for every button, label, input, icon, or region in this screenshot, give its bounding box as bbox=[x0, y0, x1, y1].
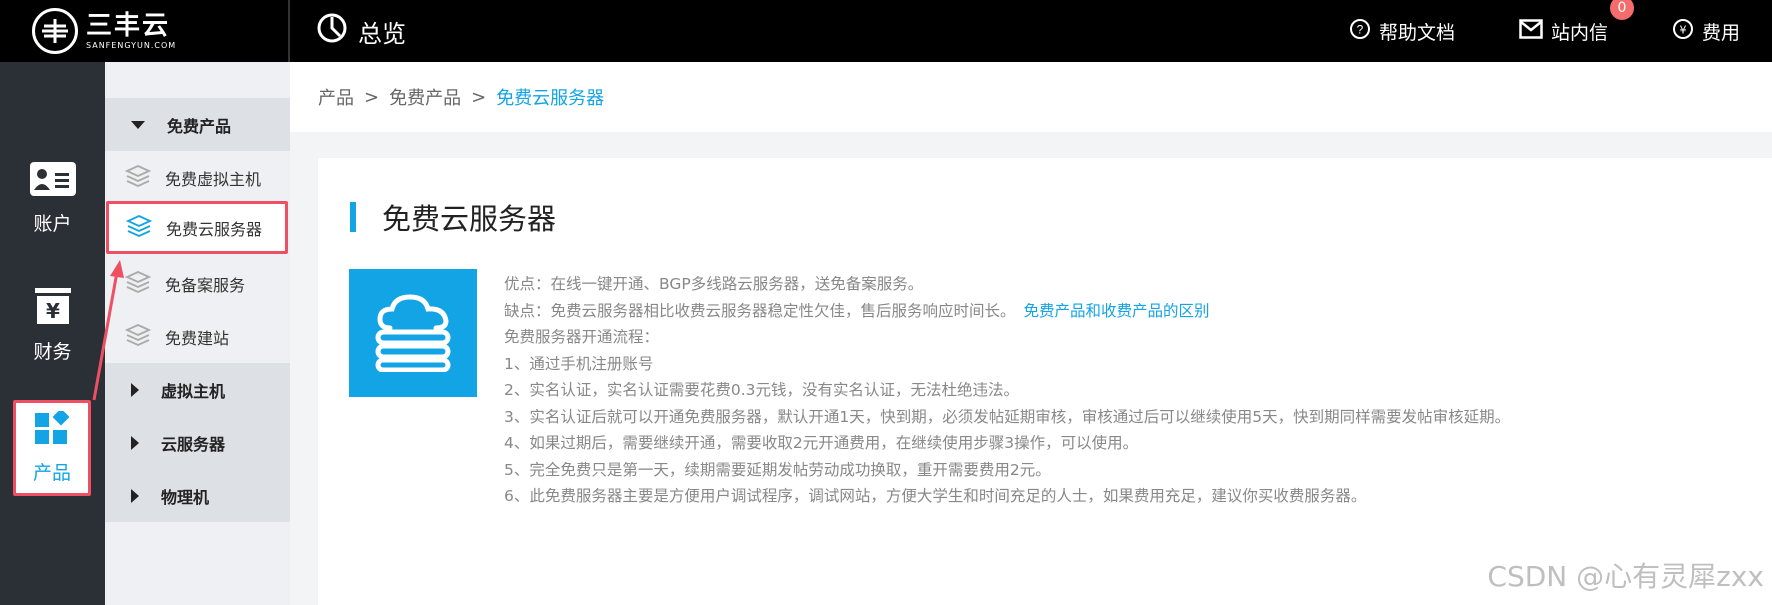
product-card: 免费云服务器 优点：在线一键开通、BGP多线路云服务器，送免备案服务。 缺点：免… bbox=[318, 158, 1772, 605]
submenu-item-label: 免费建站 bbox=[165, 328, 230, 348]
process-step: 4、如果过期后，需要继续开通，需要收取2元开通费用，在继续使用步骤3操作，可以使… bbox=[504, 434, 1139, 452]
process-step: 1、通过手机注册账号 bbox=[504, 354, 654, 373]
watermark: CSDN @心有灵犀zxx bbox=[1487, 560, 1764, 593]
submenu-item-label: 免备案服务 bbox=[165, 275, 246, 295]
left-rail: 账户 ¥ 财务 产品 bbox=[0, 62, 105, 605]
logo-mark-icon bbox=[32, 8, 78, 54]
layers-icon bbox=[124, 164, 152, 192]
pie-chart-icon bbox=[316, 12, 348, 50]
messages-label: 站内信 bbox=[1550, 21, 1608, 44]
card-title-text: 免费云服务器 bbox=[382, 202, 557, 236]
title-accent-bar bbox=[350, 202, 356, 232]
cons-line: 缺点：免费云服务器相比收费云服务器稳定性欠佳，售后服务响应时间长。 免费产品和收费… bbox=[504, 298, 1510, 325]
layers-icon bbox=[124, 323, 152, 351]
breadcrumb-item-free-products[interactable]: 免费产品 bbox=[389, 84, 461, 110]
mail-icon bbox=[1519, 18, 1543, 44]
submenu-item-label: 免费虚拟主机 bbox=[165, 169, 262, 189]
svg-text:¥: ¥ bbox=[46, 299, 60, 323]
brand-logo[interactable]: 三丰云 SANFENGYUN.COM bbox=[0, 0, 290, 62]
help-label: 帮助文档 bbox=[1378, 21, 1455, 44]
messages-count-badge: 0 bbox=[1609, 0, 1634, 20]
submenu-group-label: 免费产品 bbox=[167, 116, 232, 136]
product-description: 优点：在线一键开通、BGP多线路云服务器，送免备案服务。 缺点：免费云服务器相比… bbox=[504, 271, 1510, 510]
caret-right-icon bbox=[131, 488, 139, 503]
cloud-server-icon bbox=[349, 269, 477, 397]
breadcrumb-separator: > bbox=[364, 86, 380, 108]
process-step: 6、此免费服务器主要是方便用户调试程序，调试网站，方便大学生和时间充足的人士，如… bbox=[504, 487, 1367, 505]
fees-label: 费用 bbox=[1701, 21, 1740, 44]
card-title: 免费云服务器 bbox=[350, 196, 556, 238]
rail-label-product: 产品 bbox=[32, 462, 71, 484]
submenu-item-free-site[interactable]: 免费建站 bbox=[105, 310, 290, 363]
breadcrumb-separator: > bbox=[471, 86, 487, 108]
submenu-group-physical[interactable]: 物理机 bbox=[105, 469, 290, 522]
overview-link[interactable]: 总览 bbox=[316, 12, 406, 50]
layers-icon bbox=[125, 214, 153, 242]
layers-icon bbox=[124, 270, 152, 298]
submenu-group-label: 云服务器 bbox=[161, 434, 226, 454]
compare-products-link[interactable]: 免费产品和收费产品的区别 bbox=[1024, 302, 1210, 320]
pros-text: 优点：在线一键开通、BGP多线路云服务器，送免备案服务。 bbox=[504, 275, 924, 293]
submenu-group-label: 虚拟主机 bbox=[161, 381, 226, 401]
yen-circle-icon: ¥ bbox=[1672, 18, 1694, 45]
rail-item-account[interactable]: 账户 bbox=[0, 162, 105, 236]
submenu-item-free-vhost[interactable]: 免费虚拟主机 bbox=[105, 151, 290, 204]
cons-text: 缺点：免费云服务器相比收费云服务器稳定性欠佳，售后服务响应时间长。 bbox=[504, 301, 1016, 320]
rail-item-finance[interactable]: ¥ 财务 bbox=[0, 288, 105, 364]
submenu-group-free-products[interactable]: 免费产品 bbox=[105, 98, 290, 151]
submenu-item-no-filing[interactable]: 免备案服务 bbox=[105, 257, 290, 310]
submenu-group-cloud-server[interactable]: 云服务器 bbox=[105, 416, 290, 469]
breadcrumb: 产品 > 免费产品 > 免费云服务器 bbox=[290, 62, 1772, 132]
process-step: 5、完全免费只是第一天，续期需要延期发帖劳动成功换取，重开需要费用2元。 bbox=[504, 460, 1051, 479]
svg-text:?: ? bbox=[1357, 22, 1364, 36]
help-icon: ? bbox=[1349, 18, 1371, 45]
finance-yen-icon: ¥ bbox=[34, 288, 71, 329]
page-title: 总览 bbox=[358, 19, 406, 48]
account-card-icon bbox=[29, 162, 76, 201]
fees-link[interactable]: ¥ 费用 bbox=[1672, 18, 1740, 45]
submenu-group-label: 物理机 bbox=[161, 487, 210, 507]
submenu-item-free-cloud-server[interactable]: 免费云服务器 bbox=[106, 201, 288, 254]
logo-text: 三丰云 bbox=[86, 10, 171, 41]
breadcrumb-item-current: 免费云服务器 bbox=[496, 88, 605, 109]
caret-down-icon bbox=[131, 120, 145, 129]
process-step: 3、实名认证后就可以开通免费服务器，默认开通1天，快到期，必须发帖延期审核，审核… bbox=[504, 407, 1511, 426]
svg-text:¥: ¥ bbox=[1679, 23, 1686, 36]
process-title: 免费服务器开通流程： bbox=[504, 328, 660, 346]
caret-right-icon bbox=[131, 382, 139, 397]
help-docs-link[interactable]: ? 帮助文档 bbox=[1349, 18, 1455, 45]
product-blocks-icon bbox=[35, 408, 70, 450]
caret-right-icon bbox=[131, 435, 139, 450]
rail-item-product[interactable]: 产品 bbox=[13, 400, 91, 496]
submenu-group-vhost[interactable]: 虚拟主机 bbox=[105, 363, 290, 416]
rail-label-finance: 财务 bbox=[33, 341, 72, 363]
top-bar: 三丰云 SANFENGYUN.COM 总览 ? 帮助文档 站内信 0 ¥ 费用 bbox=[0, 0, 1772, 62]
logo-subtext: SANFENGYUN.COM bbox=[86, 40, 177, 50]
rail-label-account: 账户 bbox=[33, 213, 72, 235]
submenu-item-label: 免费云服务器 bbox=[166, 219, 263, 239]
messages-link[interactable]: 站内信 0 bbox=[1519, 0, 1634, 45]
breadcrumb-item-product[interactable]: 产品 bbox=[318, 84, 354, 110]
process-step: 2、实名认证，实名认证需要花费0.3元钱，没有实名认证，无法杜绝违法。 bbox=[504, 381, 1020, 399]
product-submenu: 免费产品 免费虚拟主机 免费云服务器 免备案服务 免费建站 虚拟主机 云服务器 … bbox=[105, 62, 290, 605]
